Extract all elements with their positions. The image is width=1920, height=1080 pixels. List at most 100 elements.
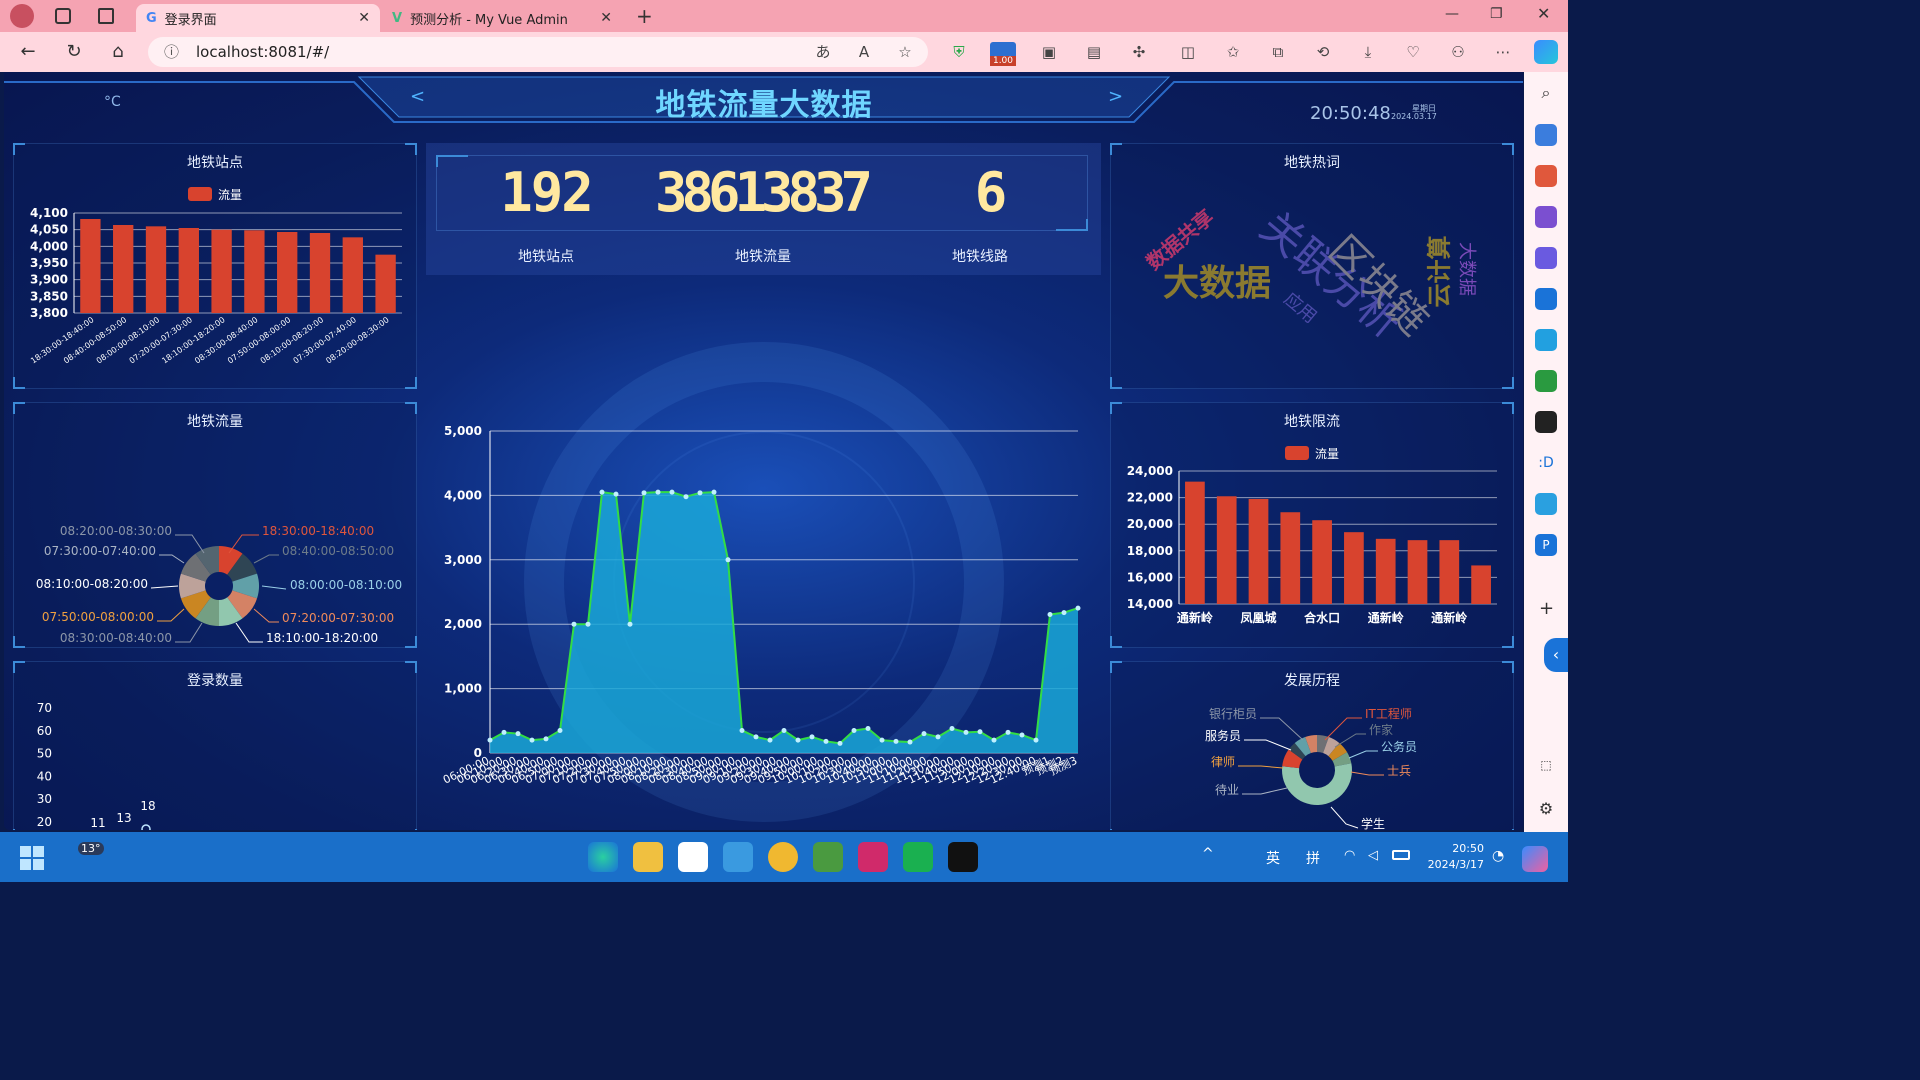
tray-chevron-icon[interactable]: ^	[1202, 846, 1214, 862]
hotword[interactable]: 大数据	[1455, 242, 1481, 296]
home-icon[interactable]: ⌂	[106, 40, 130, 64]
minimize-button[interactable]: —	[1445, 6, 1459, 22]
new-tab-button[interactable]: +	[636, 4, 653, 28]
frame-corner	[436, 155, 468, 167]
close-tab-icon[interactable]: ✕	[600, 10, 612, 26]
performance-icon[interactable]: ♡	[1402, 41, 1424, 63]
settings-icon[interactable]: ⚙	[1535, 798, 1557, 820]
tools-icon[interactable]	[1535, 165, 1557, 187]
chat-icon[interactable]	[768, 842, 798, 872]
share-icon[interactable]: ⚇	[1447, 41, 1469, 63]
restore-button[interactable]: ❐	[1490, 6, 1503, 22]
tab-prediction[interactable]: V 预测分析 - My Vue Admin ✕	[382, 4, 622, 32]
cloud-icon[interactable]	[723, 842, 753, 872]
hotword[interactable]: 大数据	[1163, 254, 1271, 306]
bilibili-icon[interactable]	[1535, 493, 1557, 515]
hotword[interactable]: 云计算	[1420, 236, 1455, 308]
shopping-icon[interactable]	[1535, 124, 1557, 146]
extensions-puzzle-icon[interactable]: ✣	[1128, 41, 1150, 63]
data-label: 11	[90, 816, 105, 830]
smile-icon[interactable]: :D	[1535, 452, 1557, 474]
refresh-icon[interactable]: ↻	[62, 40, 86, 64]
intellij-icon[interactable]	[858, 842, 888, 872]
ime-pinyin[interactable]: 拼	[1306, 848, 1320, 868]
wifi-icon[interactable]: ◠	[1344, 848, 1355, 863]
slice-label: 07:20:00-07:30:00	[282, 611, 394, 625]
image-app-icon[interactable]	[813, 842, 843, 872]
weather-widget[interactable]: 13°	[78, 842, 104, 855]
extension-icon[interactable]: ▣	[1038, 41, 1060, 63]
download-icon[interactable]: ⤓	[1357, 41, 1379, 63]
clock-time: 20:50:48	[1310, 103, 1391, 124]
collapse-side-icon[interactable]: ‹	[1544, 638, 1568, 672]
stations-panel: 地铁站点 流量 4,100 4,050 4,000 3,950 3,900 3,850 3,…	[13, 143, 417, 389]
tree-icon[interactable]	[1535, 370, 1557, 392]
outlook-icon[interactable]	[1535, 288, 1557, 310]
notification-icon[interactable]: ◔	[1492, 848, 1504, 864]
edge-icon[interactable]	[588, 842, 618, 872]
bar	[1280, 512, 1301, 604]
close-tab-icon[interactable]: ✕	[358, 10, 370, 26]
tab-login[interactable]: G 登录界面 ✕	[136, 4, 380, 32]
info-icon[interactable]: ⓘ	[164, 37, 179, 67]
app-icon[interactable]	[1535, 411, 1557, 433]
url-field[interactable]: ⓘ localhost:8081/#/	[148, 37, 928, 67]
ime-english[interactable]: 英	[1266, 848, 1280, 868]
send-icon[interactable]	[1535, 329, 1557, 351]
start-windows-icon[interactable]	[20, 846, 44, 870]
p-app-icon[interactable]: P	[1535, 534, 1557, 556]
pycharm-icon[interactable]	[903, 842, 933, 872]
limit-bar-chart: 24,000 22,000 20,000 18,000 16,000 14,000 通新岭 凤…	[1127, 464, 1497, 625]
back-icon[interactable]: ←	[16, 40, 40, 64]
data-point	[543, 736, 549, 742]
label-line	[1350, 771, 1384, 776]
y-tick-label: 20	[37, 815, 52, 829]
history-icon[interactable]: ⟲	[1312, 41, 1334, 63]
profile-avatar[interactable]	[10, 4, 34, 28]
copilot-side-icon[interactable]	[1535, 247, 1557, 269]
y-tick-label: 3,800	[30, 306, 68, 320]
taskbar-time[interactable]: 20:50	[1450, 842, 1484, 855]
copilot-taskbar-icon[interactable]	[1522, 846, 1548, 872]
more-menu-icon[interactable]: ⋯	[1492, 41, 1514, 63]
flow-area-chart: 5,0004,0003,0002,0001,000006:00:0006:10:…	[441, 342, 1081, 822]
collections-icon[interactable]: ⧉	[1267, 41, 1289, 63]
taskbar-date[interactable]: 2024/3/17	[1420, 858, 1484, 871]
todo-icon[interactable]	[678, 842, 708, 872]
data-point	[893, 738, 899, 744]
screenshot-icon[interactable]: ⬚	[1535, 754, 1557, 776]
label-line	[1324, 717, 1362, 741]
favorites-icon[interactable]: ✩	[1222, 41, 1244, 63]
label-line	[157, 608, 185, 622]
search-icon[interactable]: ⌕	[1535, 82, 1557, 104]
label-line	[1238, 765, 1284, 769]
data-label: 13	[116, 811, 131, 825]
translate-icon[interactable]: あ	[812, 41, 834, 63]
panel-corner	[405, 377, 417, 389]
workspaces-icon[interactable]	[55, 8, 71, 24]
data-point	[599, 489, 605, 495]
favorite-star-icon[interactable]: ☆	[894, 41, 916, 63]
temperature: °C	[104, 94, 121, 110]
bar	[211, 229, 232, 313]
reader-icon[interactable]: ▤	[1083, 41, 1105, 63]
shield-extension-icon[interactable]: ⛨	[948, 41, 970, 63]
bar	[145, 226, 167, 313]
data-point	[711, 489, 717, 495]
bar	[1407, 540, 1428, 604]
file-explorer-icon[interactable]	[633, 842, 663, 872]
label-line	[235, 622, 263, 643]
read-aloud-icon[interactable]: A	[853, 41, 875, 63]
split-screen-icon[interactable]: ◫	[1177, 41, 1199, 63]
label-line	[1244, 739, 1292, 751]
games-icon[interactable]	[1535, 206, 1557, 228]
terminal-icon[interactable]	[948, 842, 978, 872]
volume-icon[interactable]: ◁	[1368, 848, 1378, 863]
battery-icon[interactable]	[1392, 850, 1410, 860]
copilot-icon[interactable]	[1534, 40, 1558, 64]
tab-actions-icon[interactable]	[98, 8, 114, 24]
stat-value-stations: 192	[500, 161, 594, 224]
add-side-icon[interactable]: +	[1539, 598, 1554, 619]
slice-label: 18:30:00-18:40:00	[262, 524, 374, 538]
close-window-button[interactable]: ✕	[1537, 4, 1550, 23]
